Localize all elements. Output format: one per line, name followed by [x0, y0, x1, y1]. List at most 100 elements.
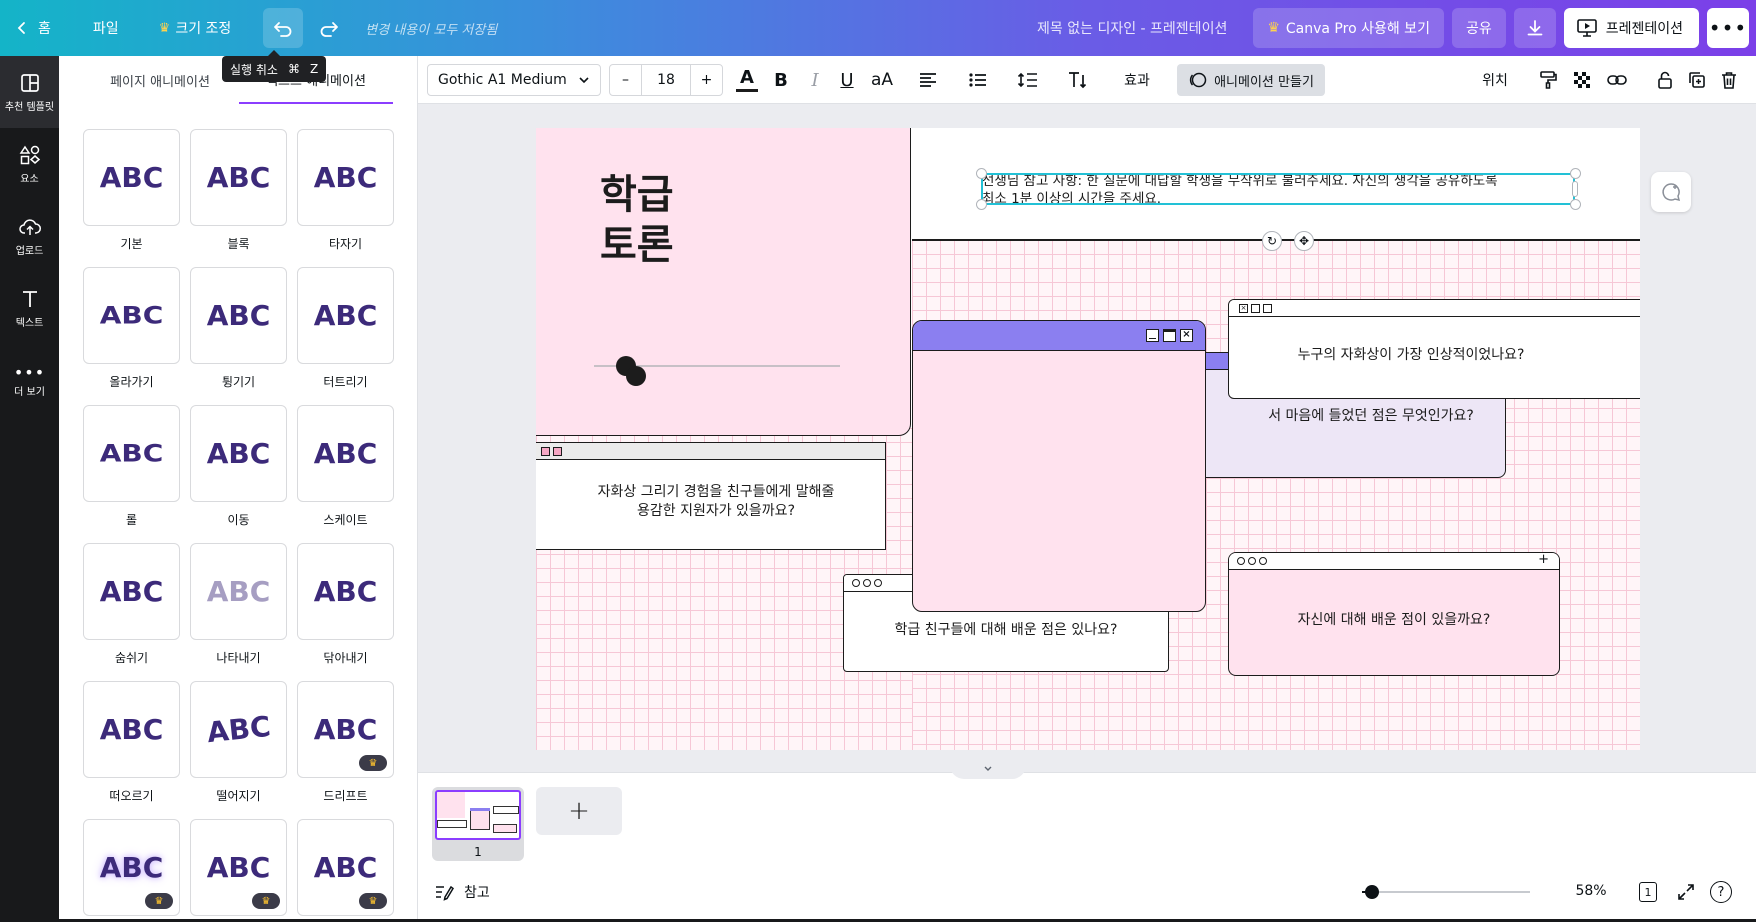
align-button[interactable]	[912, 64, 944, 96]
italic-button[interactable]: I	[800, 64, 830, 96]
selection-box[interactable]	[981, 173, 1575, 205]
letter-case-button[interactable]: aA	[866, 64, 898, 96]
animation-tile[interactable]: ABC	[297, 405, 394, 502]
effects-button[interactable]: 효과	[1112, 64, 1162, 96]
document-title[interactable]: 제목 없는 디자인 - 프레젠테이션	[1037, 18, 1227, 38]
question-window-q4[interactable]: + 자신에 대해 배운 점이 있을까요?	[1228, 552, 1560, 676]
crown-icon: ♛	[158, 20, 171, 36]
left-sidebar: 추천 템플릿 요소 업로드 텍스트 ••• 더 보기	[0, 56, 59, 922]
font-family-select[interactable]: Gothic A1 Medium	[427, 64, 601, 96]
animation-tile[interactable]: ABC ♛	[83, 819, 180, 916]
underline-button[interactable]: U	[832, 64, 862, 96]
animation-tile[interactable]: ABC	[297, 129, 394, 226]
notes-icon	[436, 885, 454, 901]
animation-tile[interactable]: ABC	[83, 129, 180, 226]
notes-label: 참고	[464, 885, 490, 901]
lock-button[interactable]	[1652, 64, 1678, 96]
delete-button[interactable]	[1716, 64, 1742, 96]
zoom-level[interactable]: 58%	[1568, 883, 1614, 899]
slide-title-line2[interactable]: 토론	[600, 220, 674, 270]
comment-icon	[1662, 183, 1681, 202]
resize-button[interactable]: ♛ 크기 조정	[149, 8, 242, 48]
animation-tile[interactable]: ABC ♛	[190, 819, 287, 916]
vertical-text-button[interactable]	[1062, 64, 1094, 96]
present-button[interactable]: 프레젠테이션	[1563, 8, 1699, 48]
add-page-button[interactable]: +	[536, 787, 622, 835]
link-button[interactable]	[1602, 64, 1632, 96]
selection-handle[interactable]	[976, 199, 987, 210]
animate-button[interactable]: 애니메이션 만들기	[1177, 64, 1325, 96]
more-options-button[interactable]: •••	[1707, 8, 1749, 48]
animation-tile[interactable]: ABC	[190, 267, 287, 364]
animation-preview-text: ABC	[206, 437, 271, 470]
zoom-slider-thumb[interactable]	[1365, 885, 1380, 899]
help-button[interactable]: ?	[1710, 881, 1732, 903]
spacing-button[interactable]	[1012, 64, 1044, 96]
sidebar-item-elements[interactable]: 요소	[0, 128, 59, 200]
close-icon: ×	[1180, 329, 1193, 342]
animation-tile[interactable]: ABC ♛	[297, 819, 394, 916]
animation-tile-label: 스케이트	[323, 513, 368, 527]
selection-handle-right[interactable]	[1572, 181, 1578, 197]
animation-tile[interactable]: ABC	[190, 543, 287, 640]
canva-pro-label: Canva Pro 사용해 보기	[1285, 21, 1430, 37]
slide-title-line1[interactable]: 학급	[600, 170, 674, 220]
file-menu-button[interactable]: 파일	[83, 8, 129, 48]
font-size-input[interactable]: 18	[642, 72, 690, 88]
layout-icon	[20, 73, 39, 92]
question-window-q1[interactable]: × 누구의 자화상이 가장 인상적이었나요?	[1228, 299, 1640, 399]
animation-tile[interactable]: ABC	[83, 681, 180, 778]
question-window-q3[interactable]: 자화상 그리기 경험을 친구들에게 말해줄 용감한 지원자가 있을까요?	[536, 442, 886, 550]
animation-tile[interactable]: ABC	[190, 405, 287, 502]
selection-handle[interactable]	[976, 168, 987, 179]
list-button[interactable]	[962, 64, 994, 96]
canva-pro-button[interactable]: ♛ Canva Pro 사용해 보기	[1253, 8, 1444, 48]
fullscreen-button[interactable]	[1674, 880, 1698, 904]
selection-handle[interactable]	[1570, 199, 1581, 210]
undo-button[interactable]	[263, 8, 304, 48]
tab-page-animation[interactable]: 페이지 애니메이션	[83, 56, 237, 104]
animation-tile[interactable]: ABC	[83, 543, 180, 640]
home-button[interactable]: 홈	[4, 8, 61, 48]
notes-button[interactable]: 참고	[434, 879, 490, 905]
zoom-slider[interactable]	[1362, 885, 1530, 899]
animation-preview-text: ABC	[206, 161, 271, 194]
transparency-button[interactable]	[1568, 64, 1596, 96]
animation-tile[interactable]: ABC	[297, 267, 394, 364]
animation-preview-text: ABC	[313, 299, 378, 332]
title-panel[interactable]	[536, 128, 911, 436]
selection-handle[interactable]	[1570, 168, 1581, 179]
rotate-handle[interactable]: ↻	[1262, 231, 1282, 251]
decrease-size-button[interactable]: –	[610, 65, 642, 95]
move-handle[interactable]: ✥	[1294, 231, 1314, 251]
collapse-pages-button[interactable]	[950, 765, 1026, 779]
animation-tile[interactable]: ABC	[190, 129, 287, 226]
main-pink-window[interactable]: ×	[912, 320, 1206, 612]
animation-tile[interactable]: ABC	[83, 405, 180, 502]
animation-tile[interactable]: ABC ♛	[297, 681, 394, 778]
cloud-upload-icon	[18, 218, 41, 235]
add-comment-button[interactable]	[1651, 172, 1691, 212]
sidebar-item-uploads[interactable]: 업로드	[0, 200, 59, 272]
duplicate-icon	[1689, 72, 1705, 88]
animation-tile[interactable]: ABC	[297, 543, 394, 640]
page-thumbnail[interactable]: 1	[432, 787, 524, 861]
increase-size-button[interactable]: +	[690, 65, 722, 95]
duplicate-button[interactable]	[1684, 64, 1710, 96]
sidebar-item-more[interactable]: ••• 더 보기	[0, 344, 59, 416]
page-count-button[interactable]: 1	[1636, 879, 1660, 905]
copy-style-button[interactable]	[1534, 64, 1562, 96]
animation-tile[interactable]: ABC	[83, 267, 180, 364]
paint-roller-icon	[1540, 71, 1557, 89]
sidebar-item-templates[interactable]: 추천 템플릿	[0, 56, 59, 128]
share-button[interactable]: 공유	[1451, 8, 1506, 48]
bold-button[interactable]: B	[766, 64, 796, 96]
lock-icon	[1658, 71, 1672, 89]
sidebar-item-text[interactable]: 텍스트	[0, 272, 59, 344]
download-button[interactable]	[1513, 8, 1556, 48]
animation-tile[interactable]: ABC	[190, 681, 287, 778]
redo-button[interactable]	[309, 8, 349, 48]
slide-page[interactable]: 학급 토론 선생님 참고 사항: 한 질문에 대답할 학생을 무작위로 불러주세…	[536, 128, 1640, 750]
text-color-button[interactable]: A	[732, 64, 762, 96]
position-button[interactable]: 위치	[1472, 64, 1518, 96]
